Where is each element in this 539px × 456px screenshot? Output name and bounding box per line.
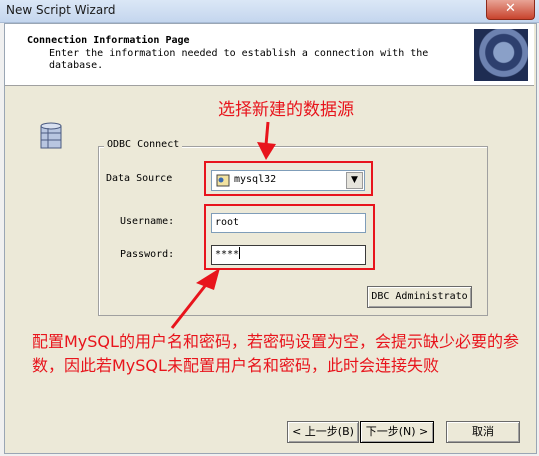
database-icon [40,122,62,149]
back-button[interactable]: < 上一步(B) [287,421,359,443]
annotation-bottom: 配置MySQL的用户名和密码，若密码设置为空，会提示缺少必要的参数，因此若MyS… [32,332,519,375]
wizard-header: Connection Information Page Enter the in… [5,24,534,86]
annotation-top: 选择新建的数据源 [218,100,354,120]
dbc-administrator-button[interactable]: DBC Administrato [367,286,472,308]
close-button[interactable]: ✕ [486,0,535,20]
credentials-highlight [204,204,375,270]
data-source-highlight [204,161,373,196]
next-button[interactable]: 下一步(N) > [360,421,434,443]
cancel-button[interactable]: 取消 [446,421,520,443]
username-label: Username: [120,216,175,227]
odbc-connect-label: ODBC Connect [104,139,183,150]
page-description: Enter the information needed to establis… [49,48,429,71]
window-title: New Script Wizard [6,3,116,17]
title-bar: New Script Wizard ✕ [0,0,539,23]
data-source-label: Data Source [106,173,173,184]
password-label: Password: [120,249,175,260]
page-title: Connection Information Page [27,35,190,46]
gear-banner-icon [474,29,528,81]
